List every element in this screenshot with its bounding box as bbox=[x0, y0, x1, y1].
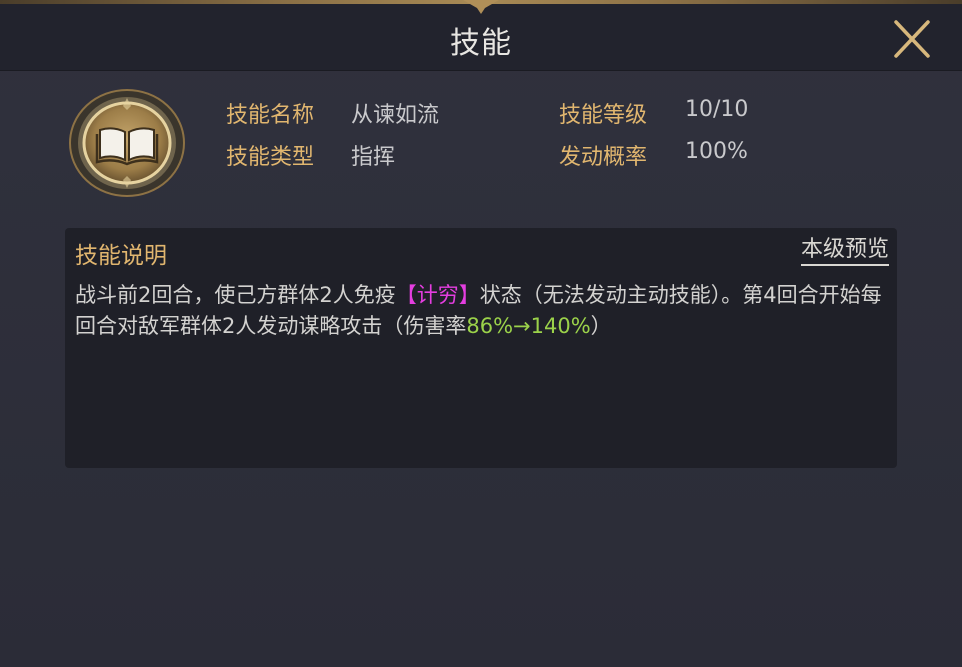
trigger-chance-value: 100% bbox=[685, 139, 748, 164]
skill-level-label: 技能等级 bbox=[559, 103, 648, 128]
description-text-part3: ） bbox=[590, 314, 612, 338]
description-text-part1: 战斗前2回合，使己方群体2人免疫 bbox=[75, 283, 396, 307]
description-box: 技能说明 本级预览 战斗前2回合，使己方群体2人免疫【计穷】状态（无法发动主动技… bbox=[65, 228, 897, 468]
dialog-title: 技能 bbox=[450, 26, 512, 61]
damage-rate-value: 86%→140% bbox=[466, 314, 591, 338]
state-keyword: 【计穷】 bbox=[395, 283, 480, 307]
title-bar: 技能 bbox=[0, 0, 962, 71]
skill-name-label: 技能名称 bbox=[226, 103, 315, 128]
close-icon[interactable] bbox=[888, 16, 936, 62]
trigger-chance-label: 发动概率 bbox=[559, 145, 648, 170]
description-text: 战斗前2回合，使己方群体2人免疫【计穷】状态（无法发动主动技能）。第4回合开始每… bbox=[75, 280, 883, 342]
level-preview-link[interactable]: 本级预览 bbox=[800, 236, 889, 266]
skill-dialog: 技能 技能名称 从谏如流 技能等级 10/10 技能类型 指挥 发动概率 100… bbox=[0, 0, 962, 667]
skill-name-value: 从谏如流 bbox=[351, 103, 440, 128]
description-title: 技能说明 bbox=[75, 243, 167, 269]
skill-type-value: 指挥 bbox=[351, 145, 396, 170]
skill-level-value: 10/10 bbox=[685, 97, 749, 122]
skill-type-label: 技能类型 bbox=[226, 145, 315, 170]
top-ornament-icon bbox=[463, 0, 499, 14]
open-book-icon bbox=[69, 89, 185, 197]
